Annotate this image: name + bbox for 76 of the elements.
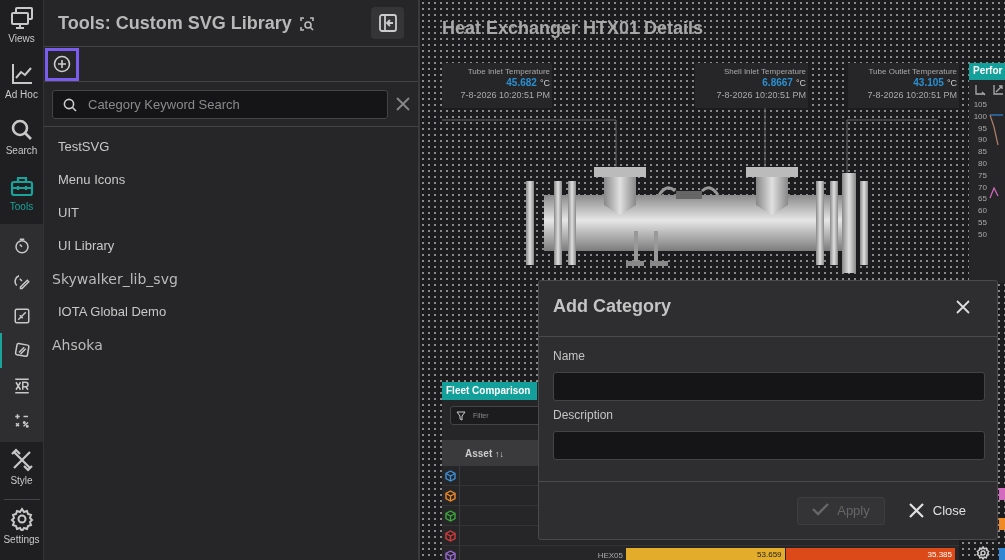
reading-value: 45.682 <box>506 77 537 88</box>
axis-label: 70 <box>978 182 987 194</box>
category-item[interactable]: Ahsoka <box>52 328 103 361</box>
timer-icon <box>13 236 31 255</box>
toolbox-icon <box>9 174 34 198</box>
reading-time: 7-8-2026 10:20:51 PM <box>459 89 550 101</box>
selection-icon <box>299 17 314 31</box>
reading-unit: °C <box>946 78 957 88</box>
category-item[interactable]: IOTA Global Demo <box>58 295 167 328</box>
axis-label: 60 <box>978 206 987 218</box>
rail-button[interactable]: Views <box>0 0 44 56</box>
search-field[interactable]: Category Keyword Search <box>52 89 388 119</box>
bar-segment: 35.385 <box>785 547 955 560</box>
rail-button[interactable]: Settings <box>0 501 44 557</box>
rail-button[interactable]: Search <box>0 112 44 168</box>
close-icon <box>907 502 925 519</box>
field-label: Description <box>553 408 615 424</box>
add-circle-icon <box>53 55 71 73</box>
reading-label: Tube Outlet Temperature <box>867 67 957 77</box>
reading-unit: °C <box>539 78 550 88</box>
axis-icon[interactable] <box>974 84 986 96</box>
panel-header: Perfor <box>969 63 1005 80</box>
category-item[interactable]: UI Library <box>58 229 115 262</box>
rail-button[interactable]: Style <box>0 442 44 498</box>
settings-icon <box>9 507 34 531</box>
axis-label: 100 <box>973 111 987 123</box>
close-icon[interactable] <box>956 299 970 314</box>
column-header[interactable]: Asset ↑↓ <box>460 447 504 459</box>
axis-label: 85 <box>978 147 987 159</box>
axis-label: 75 <box>978 170 987 182</box>
input-field[interactable] <box>553 372 985 401</box>
pencil-ruler-icon <box>9 448 34 472</box>
collapse-button[interactable] <box>371 7 404 39</box>
panel-title: Tools: Custom SVG Library <box>58 12 292 34</box>
axis-label: 105 <box>973 100 987 111</box>
sort-icon[interactable]: ↑↓ <box>495 448 504 459</box>
settings-icon[interactable] <box>976 546 990 560</box>
rail-button[interactable]: Tools <box>0 168 44 224</box>
axis-label: 50 <box>978 229 987 241</box>
collapse-panel-icon <box>377 13 398 33</box>
axis-label: 90 <box>978 135 987 147</box>
reading-value: 43.105 <box>913 77 944 88</box>
category-item[interactable]: Menu Icons <box>58 163 126 196</box>
axis-label: 55 <box>978 217 987 229</box>
reading-label: Shell Inlet Temperature <box>722 67 806 77</box>
input-field[interactable] <box>553 431 985 460</box>
bar-segment: 53.659 <box>626 547 785 560</box>
monitor-icon <box>9 6 34 30</box>
close-button[interactable]: Close <box>898 496 975 525</box>
filter-icon <box>456 411 466 421</box>
category-item[interactable]: UIT <box>58 196 79 229</box>
reading-unit: °C <box>795 78 806 88</box>
reading-label: Tube Inlet Temperature <box>466 67 550 77</box>
search-icon <box>9 118 34 142</box>
axis-label: 65 <box>978 194 987 206</box>
math-symbols-icon <box>13 411 31 430</box>
dialog-title: Add Category <box>553 296 671 317</box>
table-cell: HEX05 <box>597 551 623 560</box>
panel-header: Fleet Comparison <box>442 382 537 400</box>
add-button[interactable] <box>45 47 79 81</box>
line-chart-icon <box>9 62 34 86</box>
xr-icon <box>13 376 31 395</box>
category-item[interactable]: Skywalker_lib_svg <box>52 262 178 295</box>
search-icon <box>63 97 77 112</box>
axis-label: 95 <box>978 123 987 135</box>
reading-time: 7-8-2026 10:20:51 PM <box>715 89 806 101</box>
rail-button[interactable]: Ad Hoc <box>0 56 44 112</box>
reading-time: 7-8-2026 10:20:51 PM <box>866 89 957 101</box>
category-item[interactable]: TestSVG <box>58 130 110 163</box>
leader-line <box>764 107 766 169</box>
zoom-axis-icon[interactable] <box>992 84 1004 96</box>
axis-label: 80 <box>978 159 987 170</box>
field-label: Name <box>553 349 586 365</box>
clear-icon[interactable] <box>396 97 410 111</box>
reading-value: 6.8667 <box>762 77 793 88</box>
canvas-title: Heat Exchanger HTX01 Details <box>442 18 704 39</box>
